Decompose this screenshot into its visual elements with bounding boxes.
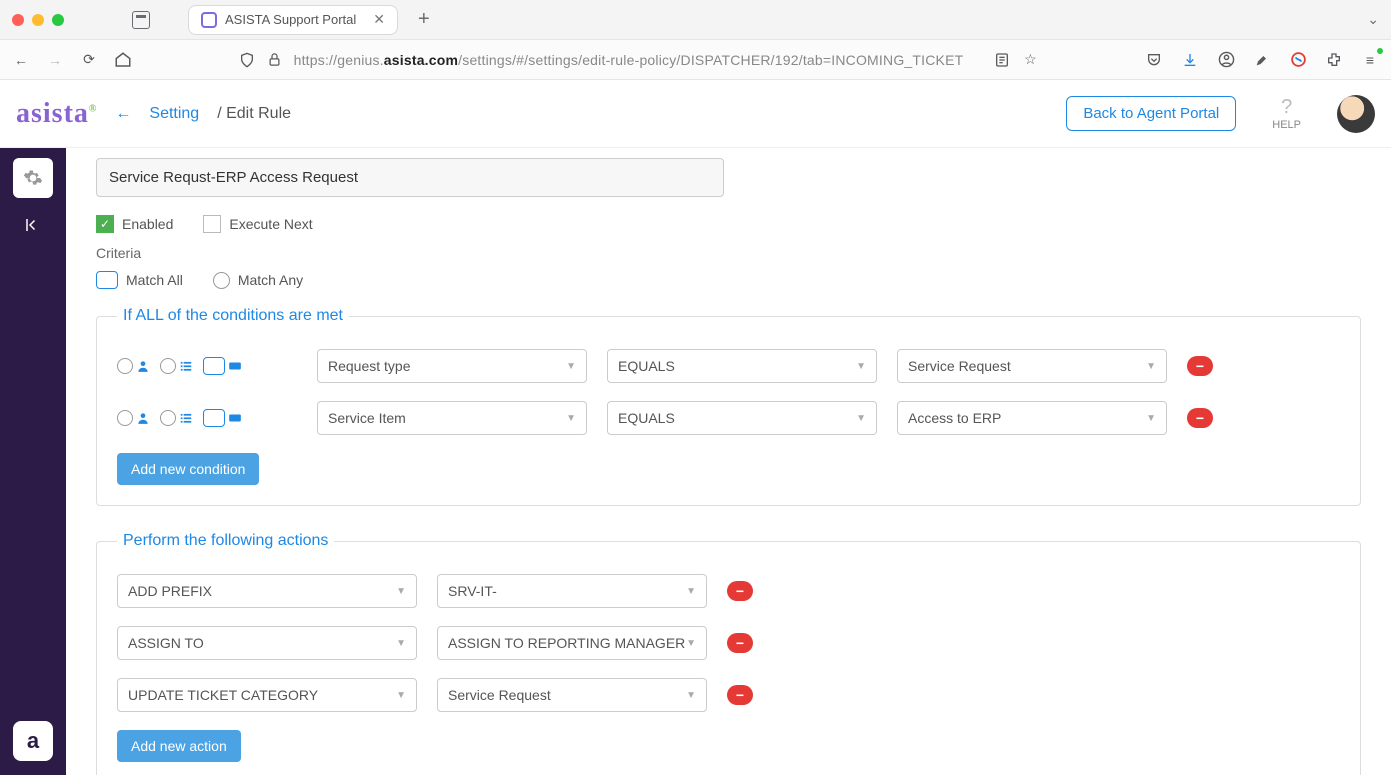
checkbox-unchecked-icon xyxy=(203,215,221,233)
delete-action-button[interactable]: − xyxy=(727,685,753,705)
cond-type-requester-radio[interactable] xyxy=(117,358,150,374)
person-icon xyxy=(136,359,150,373)
checkbox-checked-icon: ✓ xyxy=(96,215,114,233)
add-condition-button[interactable]: Add new condition xyxy=(117,453,259,485)
list-icon xyxy=(179,359,193,373)
rule-name-input[interactable] xyxy=(96,158,724,197)
action-row: ASSIGN TO▼ ASSIGN TO REPORTING MANAGER▼ … xyxy=(117,626,1340,660)
enabled-checkbox[interactable]: ✓ Enabled xyxy=(96,215,173,233)
cond-type-requester-radio[interactable] xyxy=(117,410,150,426)
noscript-icon[interactable] xyxy=(1289,51,1307,69)
back-to-portal-button[interactable]: Back to Agent Portal xyxy=(1066,96,1236,131)
gear-icon xyxy=(23,168,43,188)
match-any-radio[interactable]: Match Any xyxy=(213,271,303,289)
conditions-legend: If ALL of the conditions are met xyxy=(117,307,349,325)
action-row: UPDATE TICKET CATEGORY▼ Service Request▼… xyxy=(117,678,1340,712)
cond-value-select[interactable]: Access to ERP▼ xyxy=(897,401,1167,435)
sidebar: a xyxy=(0,148,66,775)
action-type-select[interactable]: ASSIGN TO▼ xyxy=(117,626,417,660)
ticket-icon xyxy=(228,411,242,425)
extensions-icon[interactable] xyxy=(1325,51,1343,69)
browser-navbar: ← → ⟳ https://genius.asista.com/settings… xyxy=(0,40,1391,80)
tabs-dropdown-icon[interactable]: ⌄ xyxy=(1367,11,1379,28)
actions-legend: Perform the following actions xyxy=(117,532,334,550)
breadcrumb-current: / Edit Rule xyxy=(217,105,291,123)
account-icon[interactable] xyxy=(1217,51,1235,69)
condition-row: Request type▼ EQUALS▼ Service Request▼ − xyxy=(117,349,1340,383)
address-bar[interactable]: https://genius.asista.com/settings/#/set… xyxy=(148,51,1129,69)
sidebar-settings-button[interactable] xyxy=(13,158,53,198)
back-icon[interactable]: ← xyxy=(12,51,30,69)
avatar[interactable] xyxy=(1337,95,1375,133)
menu-icon[interactable]: ≡ xyxy=(1361,51,1379,69)
cond-type-ticket-radio[interactable] xyxy=(203,357,242,375)
home-icon[interactable] xyxy=(114,51,132,69)
window-titlebar: ASISTA Support Portal ✕ + ⌄ xyxy=(0,0,1391,40)
help-icon: ? xyxy=(1272,96,1301,119)
delete-condition-button[interactable]: − xyxy=(1187,356,1213,376)
match-all-radio[interactable]: Match All xyxy=(96,271,183,289)
action-value-select[interactable]: SRV-IT-▼ xyxy=(437,574,707,608)
sidebar-collapse-icon[interactable] xyxy=(24,216,42,234)
cond-field-select[interactable]: Request type▼ xyxy=(317,349,587,383)
url-text: https://genius.asista.com/settings/#/set… xyxy=(294,52,964,68)
maximize-window-icon[interactable] xyxy=(52,14,64,26)
execute-next-checkbox[interactable]: Execute Next xyxy=(203,215,312,233)
cond-operator-select[interactable]: EQUALS▼ xyxy=(607,401,877,435)
navbar-right: ≡ xyxy=(1145,51,1379,69)
new-tab-button[interactable]: + xyxy=(418,8,430,31)
condition-row: Service Item▼ EQUALS▼ Access to ERP▼ − xyxy=(117,401,1340,435)
forward-icon: → xyxy=(46,51,64,69)
breadcrumb-setting[interactable]: Setting xyxy=(149,105,199,123)
reload-icon[interactable]: ⟳ xyxy=(80,51,98,69)
cond-type-ticket-radio[interactable] xyxy=(203,409,242,427)
app-header: asista® ← Setting / Edit Rule Back to Ag… xyxy=(0,80,1391,148)
delete-action-button[interactable]: − xyxy=(727,633,753,653)
browser-tab[interactable]: ASISTA Support Portal ✕ xyxy=(188,5,398,35)
logo[interactable]: asista® xyxy=(16,98,97,130)
criteria-label: Criteria xyxy=(96,245,1361,261)
cond-value-select[interactable]: Service Request▼ xyxy=(897,349,1167,383)
tab-overview-icon[interactable] xyxy=(132,11,150,29)
actions-fieldset: Perform the following actions ADD PREFIX… xyxy=(96,532,1361,775)
action-type-select[interactable]: ADD PREFIX▼ xyxy=(117,574,417,608)
favicon-icon xyxy=(201,12,217,28)
help-button[interactable]: ? HELP xyxy=(1272,96,1301,131)
delete-condition-button[interactable]: − xyxy=(1187,408,1213,428)
add-action-button[interactable]: Add new action xyxy=(117,730,241,762)
close-tab-icon[interactable]: ✕ xyxy=(373,11,385,28)
pocket-icon[interactable] xyxy=(1145,51,1163,69)
sidebar-app-icon[interactable]: a xyxy=(13,721,53,761)
eyedropper-icon[interactable] xyxy=(1253,51,1271,69)
action-row: ADD PREFIX▼ SRV-IT-▼ − xyxy=(117,574,1340,608)
action-value-select[interactable]: ASSIGN TO REPORTING MANAGER▼ xyxy=(437,626,707,660)
person-icon xyxy=(136,411,150,425)
cond-type-list-radio[interactable] xyxy=(160,410,193,426)
content-area: ✓ Enabled Execute Next Criteria Match Al… xyxy=(66,148,1391,775)
lock-icon[interactable] xyxy=(266,51,284,69)
reader-icon[interactable] xyxy=(993,51,1011,69)
minimize-window-icon[interactable] xyxy=(32,14,44,26)
cond-type-list-radio[interactable] xyxy=(160,358,193,374)
cond-field-select[interactable]: Service Item▼ xyxy=(317,401,587,435)
ticket-icon xyxy=(228,359,242,373)
action-type-select[interactable]: UPDATE TICKET CATEGORY▼ xyxy=(117,678,417,712)
shield-icon[interactable] xyxy=(238,51,256,69)
download-icon[interactable] xyxy=(1181,51,1199,69)
action-value-select[interactable]: Service Request▼ xyxy=(437,678,707,712)
list-icon xyxy=(179,411,193,425)
close-window-icon[interactable] xyxy=(12,14,24,26)
cond-operator-select[interactable]: EQUALS▼ xyxy=(607,349,877,383)
conditions-fieldset: If ALL of the conditions are met Request… xyxy=(96,307,1361,506)
window-controls xyxy=(12,14,64,26)
breadcrumb-back-icon[interactable]: ← xyxy=(115,105,131,123)
bookmark-icon[interactable]: ☆ xyxy=(1021,51,1039,69)
tab-title: ASISTA Support Portal xyxy=(225,12,365,27)
delete-action-button[interactable]: − xyxy=(727,581,753,601)
